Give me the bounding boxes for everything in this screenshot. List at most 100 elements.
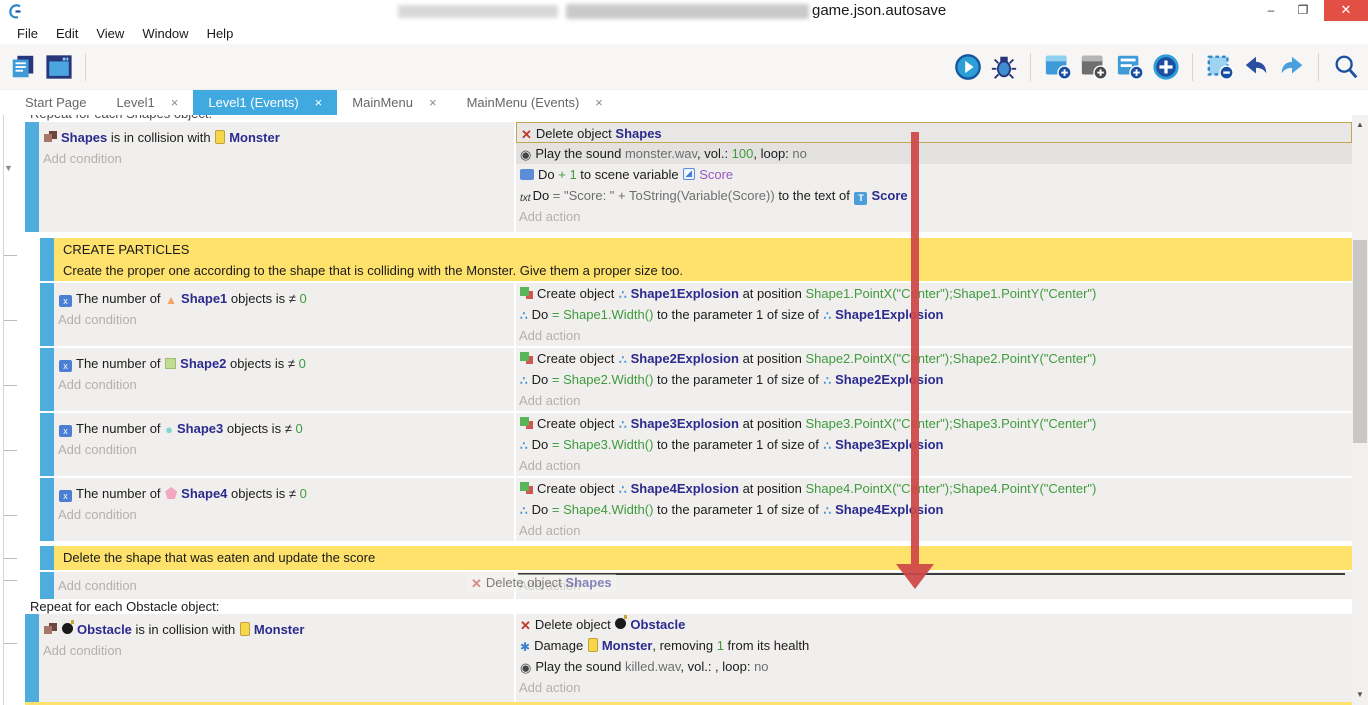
action-play-sound-monster[interactable]: Play the sound monster.wav, vol.: 100, l… [516, 143, 1352, 164]
add-action-button[interactable]: Add action [516, 455, 1352, 476]
tab-mainmenu[interactable]: MainMenu × [337, 90, 451, 115]
collapse-arrow-icon[interactable]: ▼ [4, 163, 13, 173]
redacted-path-blur [398, 5, 558, 18]
scroll-down-icon[interactable]: ▼ [1352, 687, 1368, 703]
project-manager-icon[interactable] [8, 52, 37, 81]
bomb-icon [62, 623, 73, 634]
delete-icon [471, 578, 482, 590]
condition-shape1-count[interactable]: The number of Shape1 objects is ≠ 0 [54, 288, 514, 309]
conditions-column: The number of Shape4 objects is ≠ 0 Add … [54, 478, 516, 541]
annotation-arrow [911, 132, 919, 564]
minimize-button[interactable]: – [1256, 0, 1286, 21]
event-color-bar [25, 122, 39, 232]
add-scene-icon[interactable] [1043, 52, 1072, 81]
add-condition-button[interactable]: Add condition [39, 640, 514, 661]
action-play-sound-killed[interactable]: Play the sound killed.wav, vol.: , loop:… [516, 656, 1352, 677]
condition-shape3-count[interactable]: The number of Shape3 objects is ≠ 0 [54, 418, 514, 439]
add-condition-button[interactable]: Add condition [39, 148, 514, 169]
text-object-icon [854, 192, 867, 205]
add-condition-button[interactable]: Add condition [54, 439, 514, 460]
action-delete-obstacle[interactable]: Delete object Obstacle [516, 614, 1352, 635]
tab-start-page[interactable]: Start Page [10, 90, 101, 115]
events-sheet: ▼ Repeat for each Shapes object: Shapes … [0, 115, 1368, 705]
add-external-events-icon[interactable] [1115, 52, 1144, 81]
action-damage-monster[interactable]: Damage Monster, removing 1 from its heal… [516, 635, 1352, 656]
tab-close-icon[interactable]: × [171, 95, 179, 110]
action-increment-score[interactable]: Do + 1 to scene variable Score [516, 164, 1352, 185]
restore-button[interactable]: ❐ [1288, 0, 1318, 21]
action-create-shape2explosion[interactable]: Create object Shape2Explosion at positio… [516, 348, 1352, 369]
add-action-button[interactable]: Add action [516, 206, 1352, 227]
search-icon[interactable] [1331, 52, 1360, 81]
conditions-column: The number of Shape1 objects is ≠ 0 Add … [54, 283, 516, 346]
action-create-shape1explosion[interactable]: Create object Shape1Explosion at positio… [516, 283, 1352, 304]
play-icon[interactable] [953, 52, 982, 81]
annotation-arrowhead-icon [896, 564, 934, 589]
actions-column: Add action [516, 572, 1352, 599]
create-icon [520, 352, 533, 364]
add-action-button[interactable]: Add action [516, 325, 1352, 346]
menu-bar: File Edit View Window Help [0, 22, 1368, 44]
comment-create-particles[interactable]: CREATE PARTICLES Create the proper one a… [40, 238, 1352, 281]
condition-shape2-count[interactable]: The number of Shape2 objects is ≠ 0 [54, 353, 514, 374]
tab-mainmenu-events[interactable]: MainMenu (Events) × [452, 90, 618, 115]
create-icon [520, 482, 533, 494]
condition-obstacle-collision[interactable]: Obstacle is in collision with Monster [39, 619, 514, 640]
action-delete-shapes[interactable]: Delete object Shapes [516, 122, 1352, 143]
condition-shapes-collision[interactable]: Shapes is in collision with Monster [39, 127, 514, 148]
menu-edit[interactable]: Edit [47, 24, 87, 43]
add-condition-button[interactable]: Add condition [54, 575, 514, 596]
scene-editor-window-icon[interactable] [44, 52, 73, 81]
add-condition-button[interactable]: Add condition [54, 374, 514, 395]
menu-file[interactable]: File [8, 24, 47, 43]
vertical-scrollbar[interactable]: ▲ ▼ [1352, 115, 1368, 705]
event-repeat-obstacle-header[interactable]: Repeat for each Obstacle object: [25, 599, 1352, 614]
event-color-bar [40, 546, 54, 570]
comment-delete-shape[interactable]: Delete the shape that was eaten and upda… [40, 546, 1352, 570]
event-color-bar [40, 572, 54, 599]
tab-level1[interactable]: Level1 × [101, 90, 193, 115]
event-repeat-shapes-header[interactable]: Repeat for each Shapes object: [25, 115, 1352, 122]
action-size-shape2explosion[interactable]: Do = Shape2.Width() to the parameter 1 o… [516, 369, 1352, 390]
add-action-button[interactable]: Add action [516, 520, 1352, 541]
menu-view[interactable]: View [87, 24, 133, 43]
hide-panel-icon[interactable] [1205, 52, 1234, 81]
add-condition-button[interactable]: Add condition [54, 309, 514, 330]
scroll-up-icon[interactable]: ▲ [1352, 117, 1368, 133]
tab-level1-events[interactable]: Level1 (Events) × [193, 90, 337, 115]
add-action-button[interactable]: Add action [516, 575, 1352, 596]
particle-icon [824, 310, 832, 322]
debug-icon[interactable] [989, 52, 1018, 81]
redo-icon[interactable] [1277, 52, 1306, 81]
toolbar-separator [85, 53, 86, 81]
shape4-icon [165, 487, 177, 499]
tab-close-icon[interactable]: × [595, 95, 603, 110]
action-set-score-text[interactable]: Do = "Score: " + ToString(Variable(Score… [516, 185, 1352, 206]
undo-icon[interactable] [1241, 52, 1270, 81]
add-external-layout-icon[interactable] [1079, 52, 1108, 81]
add-extension-icon[interactable] [1151, 52, 1180, 81]
close-button[interactable]: ✕ [1324, 0, 1368, 21]
action-size-shape4explosion[interactable]: Do = Shape4.Width() to the parameter 1 o… [516, 499, 1352, 520]
conditions-column: Add condition [54, 572, 516, 599]
add-condition-button[interactable]: Add condition [54, 504, 514, 525]
monster-icon [588, 638, 598, 652]
add-action-button[interactable]: Add action [516, 390, 1352, 411]
count-icon [59, 295, 72, 307]
tab-close-icon[interactable]: × [315, 95, 323, 110]
menu-window[interactable]: Window [133, 24, 197, 43]
action-size-shape3explosion[interactable]: Do = Shape3.Width() to the parameter 1 o… [516, 434, 1352, 455]
scrollbar-thumb[interactable] [1353, 240, 1367, 443]
sound-icon [520, 662, 531, 674]
add-action-button[interactable]: Add action [516, 677, 1352, 698]
toolbar-separator [1192, 53, 1193, 81]
tab-close-icon[interactable]: × [429, 95, 437, 110]
condition-shape4-count[interactable]: The number of Shape4 objects is ≠ 0 [54, 483, 514, 504]
events-list: Repeat for each Shapes object: Shapes is… [25, 115, 1352, 705]
comment-title: Delete the shape that was eaten and upda… [54, 546, 1352, 567]
delete-icon [520, 620, 531, 632]
menu-help[interactable]: Help [198, 24, 243, 43]
action-create-shape4explosion[interactable]: Create object Shape4Explosion at positio… [516, 478, 1352, 499]
action-create-shape3explosion[interactable]: Create object Shape3Explosion at positio… [516, 413, 1352, 434]
action-size-shape1explosion[interactable]: Do = Shape1.Width() to the parameter 1 o… [516, 304, 1352, 325]
